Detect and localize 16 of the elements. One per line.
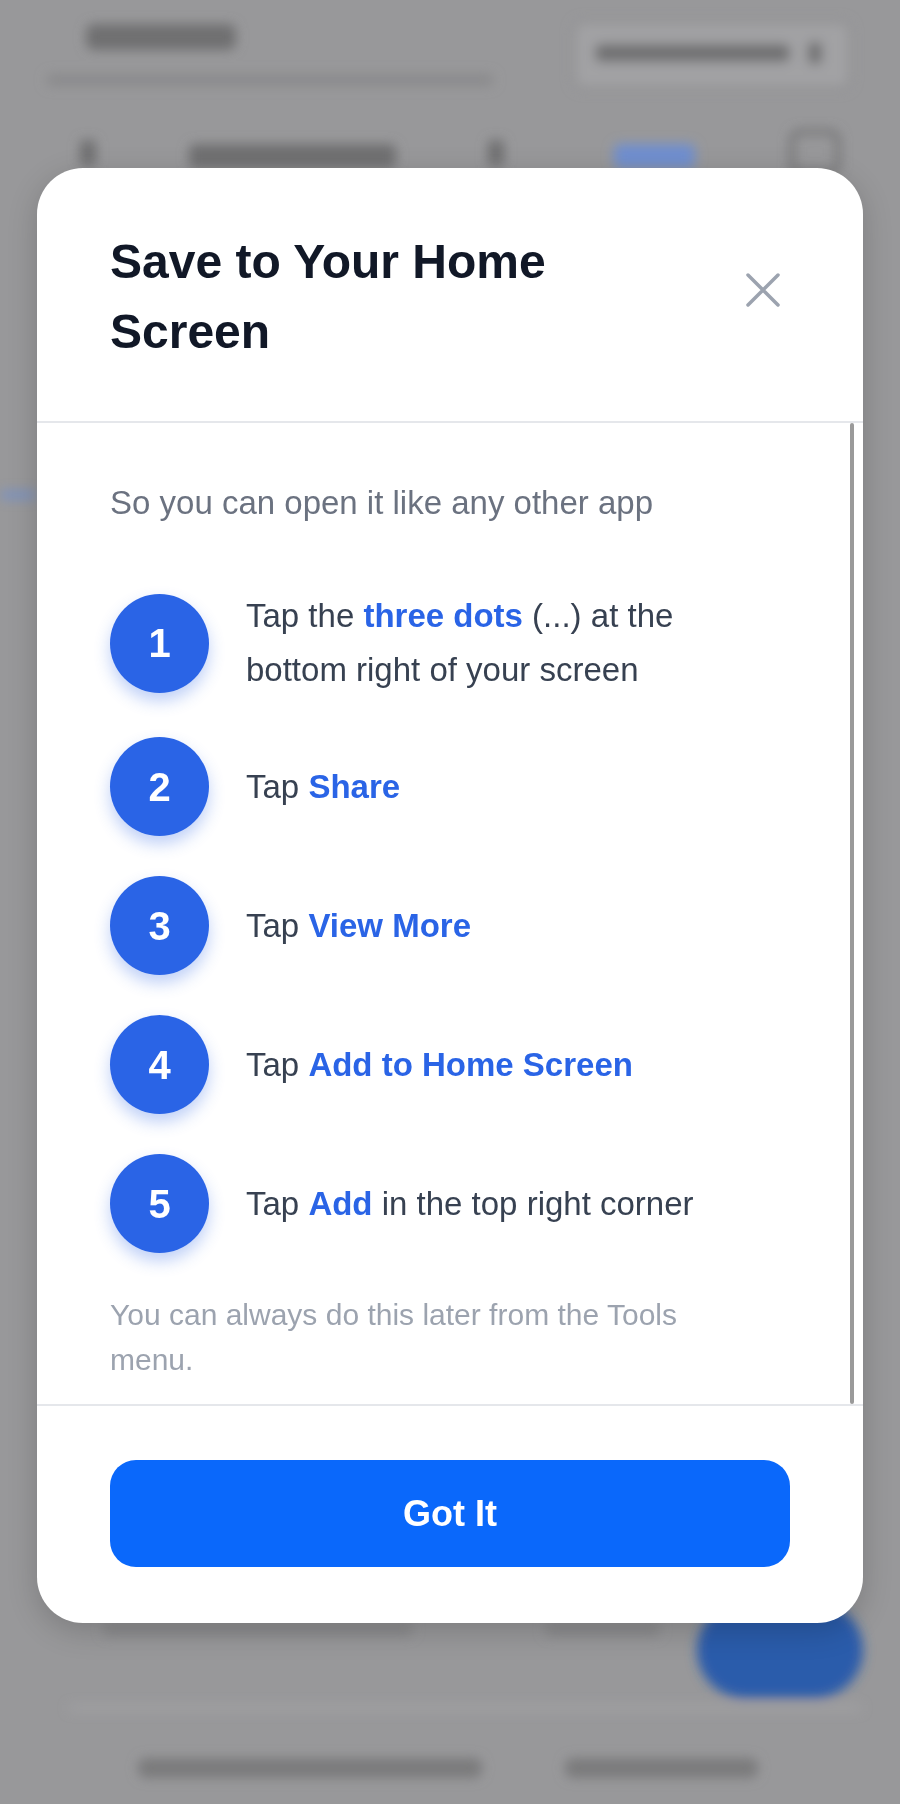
got-it-button[interactable]: Got It	[110, 1460, 790, 1567]
close-icon	[745, 272, 781, 308]
step-number: 4	[110, 1015, 209, 1114]
step-number: 3	[110, 876, 209, 975]
dialog-title: Save to Your Home Screen	[110, 234, 547, 360]
step-number: 5	[110, 1154, 209, 1253]
step-instruction: Tap Share	[246, 766, 402, 807]
note-text: You can always do this later from the Tools menu.	[110, 1297, 678, 1378]
close-button[interactable]	[743, 270, 783, 310]
step-instruction: Tap Add in the top right corner	[246, 1183, 695, 1224]
step-number: 1	[110, 593, 209, 693]
step-instruction: Tap Add to Home Screen	[246, 1044, 634, 1085]
step-instruction: Tap the three dots (...) at the bottom right of your screen	[246, 596, 675, 690]
step-number: 2	[110, 737, 209, 836]
step-instruction: Tap View More	[246, 905, 472, 946]
dialog-subtitle: So you can open it like any other app	[110, 483, 655, 523]
